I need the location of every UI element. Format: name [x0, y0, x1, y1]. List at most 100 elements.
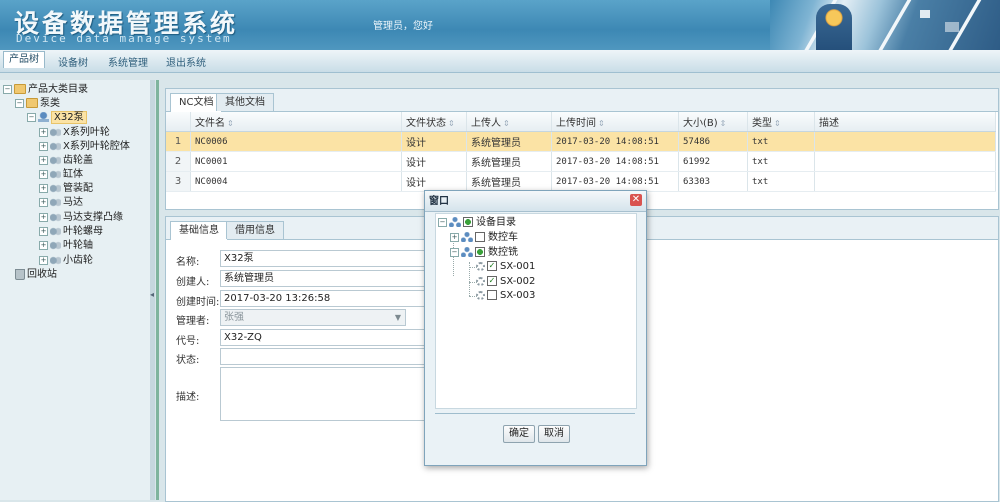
nav-system-management[interactable]: 系统管理	[108, 54, 148, 69]
collapse-icon[interactable]: −	[438, 217, 447, 227]
document-table: 文件名 ⇕ 文件状态 ⇕ 上传人 ⇕ 上传时间 ⇕ 大小(B) ⇕ 类型 ⇕ 描述 1 NC…	[166, 112, 996, 192]
column-header-status[interactable]: 文件状态 ⇕	[401, 112, 467, 132]
cancel-button[interactable]: 取消	[538, 425, 570, 443]
collapse-arrow-icon[interactable]: ◂	[150, 290, 154, 299]
expand-icon[interactable]: +	[39, 141, 48, 151]
tree-node-root[interactable]: − 产品大类目录	[3, 83, 88, 97]
code-field[interactable]: X32-ZQ	[220, 329, 438, 346]
expand-icon[interactable]: +	[39, 169, 48, 179]
panel-splitter[interactable]: ◂	[150, 80, 155, 500]
collapse-icon[interactable]: −	[450, 247, 459, 257]
tree-node-part[interactable]: + X系列叶轮	[39, 126, 110, 140]
column-header-size[interactable]: 大小(B) ⇕	[678, 112, 748, 132]
tree-node-recycle-bin[interactable]: 回收站	[15, 268, 57, 282]
sort-icon: ⇕	[503, 119, 510, 128]
column-header-upload-time[interactable]: 上传时间 ⇕	[551, 112, 679, 132]
expand-icon[interactable]: +	[39, 255, 48, 265]
column-header-description[interactable]: 描述	[814, 112, 996, 132]
expand-icon[interactable]: +	[39, 240, 48, 250]
expand-icon[interactable]: +	[39, 183, 48, 193]
network-icon	[449, 217, 461, 227]
expand-icon[interactable]: +	[39, 127, 48, 137]
device-item[interactable]: ✓ SX-002	[476, 275, 535, 289]
row-number-header	[166, 112, 191, 132]
tree-node-pump-class[interactable]: − 泵类	[15, 97, 60, 111]
cell-upload-time: 2017-03-20 14:08:51	[551, 171, 679, 192]
collapse-icon[interactable]: −	[15, 98, 24, 108]
table-row[interactable]: 2 NC0001 设计 系统管理员 2017-03-20 14:08:51 61…	[166, 151, 996, 172]
confirm-button[interactable]: 确定	[503, 425, 535, 443]
name-label: 名称:	[176, 257, 200, 268]
cell-filename: NC0004	[190, 171, 402, 192]
code-label: 代号:	[176, 336, 200, 347]
column-header-type[interactable]: 类型 ⇕	[747, 112, 815, 132]
folder-icon	[26, 98, 38, 108]
tree-node-part[interactable]: + 叶轮螺母	[39, 225, 103, 239]
collapse-icon[interactable]: −	[3, 84, 12, 94]
tree-node-x32-pump[interactable]: − X32泵	[27, 111, 87, 125]
cell-uploader: 系统管理员	[466, 151, 552, 172]
device-item[interactable]: ✓ SX-001	[476, 260, 535, 274]
expand-icon[interactable]: +	[450, 232, 459, 242]
cell-type: txt	[747, 131, 815, 152]
device-node-lathe[interactable]: + 数控车	[450, 231, 518, 245]
tree-node-part[interactable]: + X系列叶轮腔体	[39, 140, 130, 154]
sort-icon: ⇕	[774, 119, 781, 128]
tree-node-part[interactable]: + 马达	[39, 196, 83, 210]
folder-icon	[14, 84, 26, 94]
tab-other-documents[interactable]: 其他文档	[216, 93, 274, 111]
tab-borrow-info[interactable]: 借用信息	[226, 221, 284, 239]
tab-nc-documents[interactable]: NC文档	[170, 93, 223, 112]
table-row[interactable]: 3 NC0004 设计 系统管理员 2017-03-20 14:08:51 63…	[166, 171, 996, 192]
created-time-field[interactable]: 2017-03-20 13:26:58	[220, 290, 438, 307]
column-header-uploader[interactable]: 上传人 ⇕	[466, 112, 552, 132]
description-field[interactable]	[220, 367, 438, 421]
banner-stripe	[872, 0, 912, 50]
tree-node-part[interactable]: + 缸体	[39, 168, 83, 182]
manager-label: 管理者:	[176, 316, 210, 327]
mill-checkbox[interactable]	[475, 247, 485, 257]
device-item[interactable]: SX-003	[476, 289, 535, 303]
sx-002-checkbox[interactable]: ✓	[487, 276, 497, 286]
sort-icon: ⇕	[598, 119, 605, 128]
name-field[interactable]: X32泵	[220, 250, 438, 267]
dialog-titlebar[interactable]: 窗口 ✕	[425, 191, 646, 212]
nav-device-tree[interactable]: 设备树	[58, 54, 88, 69]
nav-product-tree[interactable]: 产品树	[3, 51, 45, 68]
cell-upload-time: 2017-03-20 14:08:51	[551, 131, 679, 152]
creator-field[interactable]: 系统管理员	[220, 270, 438, 287]
close-icon[interactable]: ✕	[630, 194, 642, 206]
tree-node-part[interactable]: + 叶轮轴	[39, 239, 93, 253]
cell-status: 设计	[401, 131, 467, 152]
part-icon	[50, 255, 61, 265]
root-checkbox[interactable]	[463, 217, 473, 227]
cell-description	[814, 151, 996, 172]
device-tree-root[interactable]: − 设备目录	[438, 216, 516, 230]
part-icon	[50, 183, 61, 193]
expand-icon[interactable]: +	[39, 197, 48, 207]
part-icon	[50, 169, 61, 179]
lathe-checkbox[interactable]	[475, 232, 485, 242]
status-field[interactable]	[220, 348, 438, 365]
top-nav: 产品树 设备树 系统管理 退出系统	[0, 50, 1000, 73]
tab-basic-info[interactable]: 基础信息	[170, 221, 228, 240]
column-header-filename[interactable]: 文件名 ⇕	[190, 112, 402, 132]
manager-select[interactable]: 张强 ▼	[220, 309, 406, 326]
tree-node-part[interactable]: + 小齿轮	[39, 254, 93, 268]
cell-status: 设计	[401, 151, 467, 172]
tree-node-part[interactable]: + 齿轮盖	[39, 154, 93, 168]
expand-icon[interactable]: +	[39, 212, 48, 222]
expand-icon[interactable]: +	[39, 155, 48, 165]
part-icon	[50, 240, 61, 250]
tree-node-part[interactable]: + 马达支撑凸缘	[39, 211, 123, 225]
device-node-mill[interactable]: − 数控铣	[450, 246, 518, 260]
table-row[interactable]: 1 NC0006 设计 系统管理员 2017-03-20 14:08:51 57…	[166, 131, 996, 152]
sx-001-checkbox[interactable]: ✓	[487, 261, 497, 271]
tree-node-part[interactable]: + 管装配	[39, 182, 93, 196]
expand-icon[interactable]: +	[39, 226, 48, 236]
sx-003-checkbox[interactable]	[487, 290, 497, 300]
collapse-icon[interactable]: −	[27, 112, 36, 122]
nav-exit-system[interactable]: 退出系统	[166, 54, 206, 69]
chevron-down-icon[interactable]: ▼	[395, 310, 401, 325]
product-tree-panel: − 产品大类目录 − 泵类 − X32泵 + X系列叶轮 + X系列叶轮腔体 + 齿轮盖 +…	[0, 80, 151, 500]
